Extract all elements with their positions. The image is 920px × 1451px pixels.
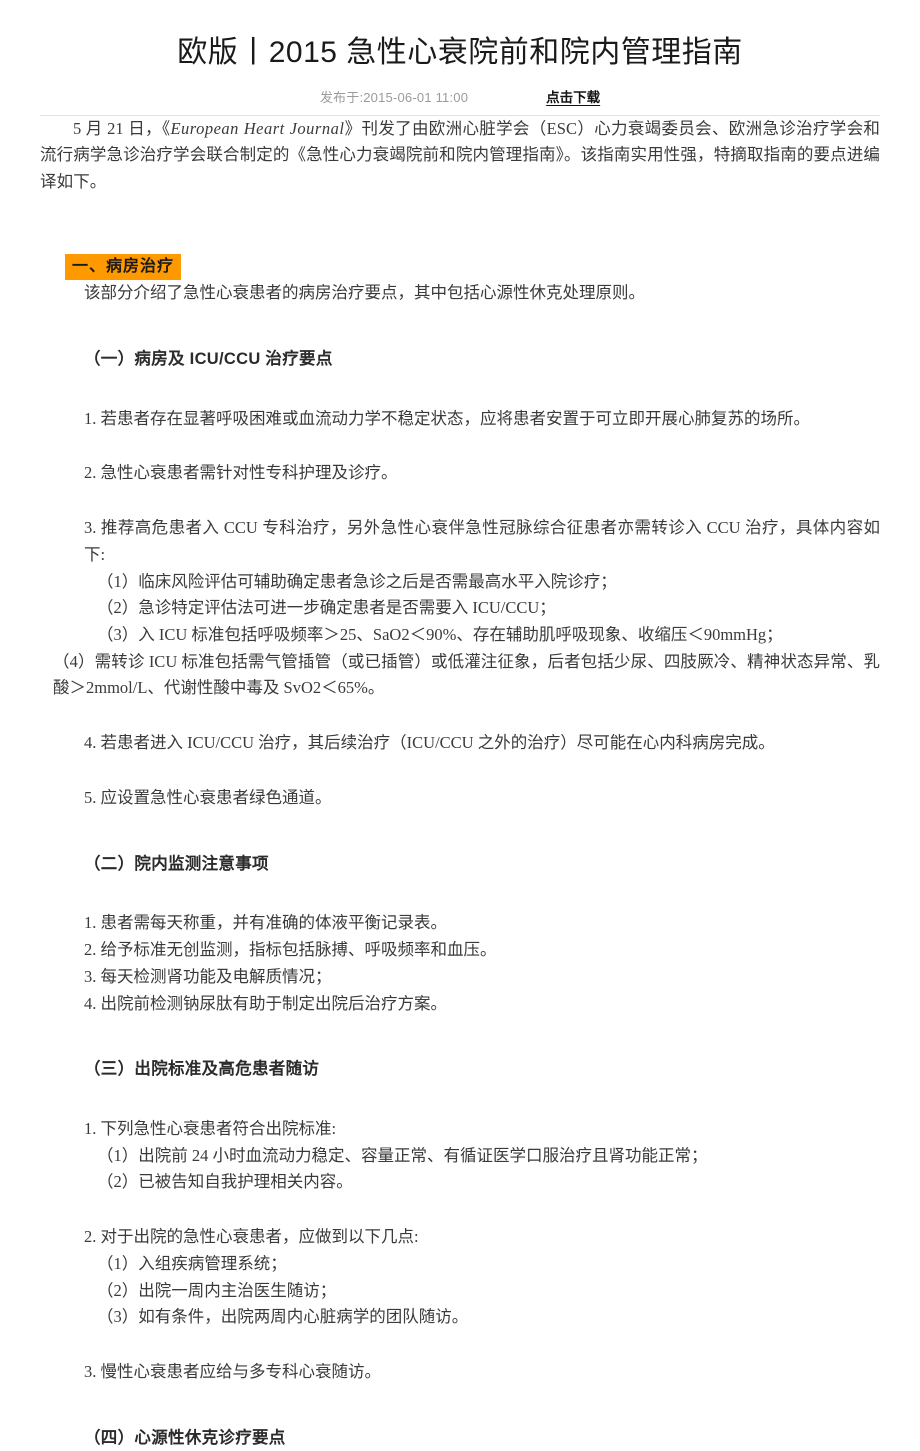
list-item: 4. 若患者进入 ICU/CCU 治疗，其后续治疗（ICU/CCU 之外的治疗）… [84, 733, 775, 753]
list-item: 2. 对于出院的急性心衰患者，应做到以下几点: [84, 1227, 419, 1247]
list-subitem: （3）如有条件，出院两周内心脏病学的团队随访。 [97, 1307, 469, 1327]
list-subitem: （1）入组疾病管理系统； [97, 1253, 287, 1273]
page-title: 欧版丨2015 急性心衰院前和院内管理指南 [177, 36, 743, 69]
list-item: 3. 推荐高危患者入 CCU 专科治疗，另外急性心衰伴急性冠脉综合征患者亦需转诊… [84, 518, 880, 564]
list-subitem: （2）已被告知自我护理相关内容。 [97, 1172, 353, 1192]
list-subitem: （2）急诊特定评估法可进一步确定患者是否需要入 ICU/CCU； [97, 598, 556, 618]
section-content: 该部分介绍了急性心衰患者的病房治疗要点，其中包括心源性休克处理原则。 （一）病房… [40, 280, 880, 1450]
list-item: 2. 急性心衰患者需针对性专科护理及诊疗。 [84, 463, 398, 483]
list-subitem: （3）入 ICU 标准包括呼吸频率＞25、SaO2＜90%、存在辅助肌呼吸现象、… [97, 625, 783, 645]
list-item: 3. 每天检测肾功能及电解质情况； [84, 966, 332, 986]
list-subitem: （1）出院前 24 小时血流动力稳定、容量正常、有循证医学口服治疗且肾功能正常； [97, 1145, 708, 1165]
list-item: 1. 若患者存在显著呼吸困难或血流动力学不稳定状态，应将患者安置于可立即开展心肺… [84, 408, 810, 428]
document-meta: 发布于:2015-06-01 11:00 点击下载 [0, 86, 920, 106]
journal-name: European Heart Journal [170, 118, 345, 138]
subsection-heading-1: （一）病房及 ICU/CCU 治疗要点 [84, 349, 333, 368]
intro-before: 5 月 21 日，《 [73, 118, 171, 138]
list-item: 1. 患者需每天称重，并有准确的体液平衡记录表。 [84, 913, 447, 933]
section-lead-paragraph: 该部分介绍了急性心衰患者的病房治疗要点，其中包括心源性休克处理原则。 [84, 283, 645, 303]
list-item: 4. 出院前检测钠尿肽有助于制定出院后治疗方案。 [84, 993, 447, 1013]
publish-date: 发布于:2015-06-01 11:00 [319, 89, 469, 105]
list-item: 3. 慢性心衰患者应给与多专科心衰随访。 [84, 1362, 381, 1382]
download-link[interactable]: 点击下载 [546, 86, 600, 106]
subsection-heading-2: （二）院内监测注意事项 [84, 854, 269, 873]
subsection-heading-3: （三）出院标准及高危患者随访 [84, 1060, 320, 1079]
list-subitem: （1）临床风险评估可辅助确定患者急诊之后是否需最高水平入院诊疗； [97, 571, 617, 591]
list-subitem: （4）需转诊 ICU 标准包括需气管插管（或已插管）或低灌注征象，后者包括少尿、… [53, 651, 880, 698]
section-heading-ward-treatment: 一、病房治疗 [65, 253, 182, 281]
list-item: 1. 下列急性心衰患者符合出院标准: [84, 1119, 337, 1138]
subsection-heading-4: （四）心源性休克诊疗要点 [84, 1428, 286, 1447]
document-header: 欧版丨2015 急性心衰院前和院内管理指南 发布于:2015-06-01 11:… [0, 0, 920, 106]
list-subitem: （2）出院一周内主治医生随访； [97, 1280, 337, 1300]
section-heading-row: 一、病房治疗 [40, 253, 880, 281]
intro-paragraph: 5 月 21 日，《European Heart Journal》刊发了由欧洲心… [40, 116, 880, 196]
document-page: 欧版丨2015 急性心衰院前和院内管理指南 发布于:2015-06-01 11:… [0, 0, 920, 1451]
list-item: 2. 给予标准无创监测，指标包括脉搏、呼吸频率和血压。 [84, 940, 497, 960]
list-item: 5. 应设置急性心衰患者绿色通道。 [84, 787, 332, 807]
document-body: 5 月 21 日，《European Heart Journal》刊发了由欧洲心… [0, 116, 920, 1451]
